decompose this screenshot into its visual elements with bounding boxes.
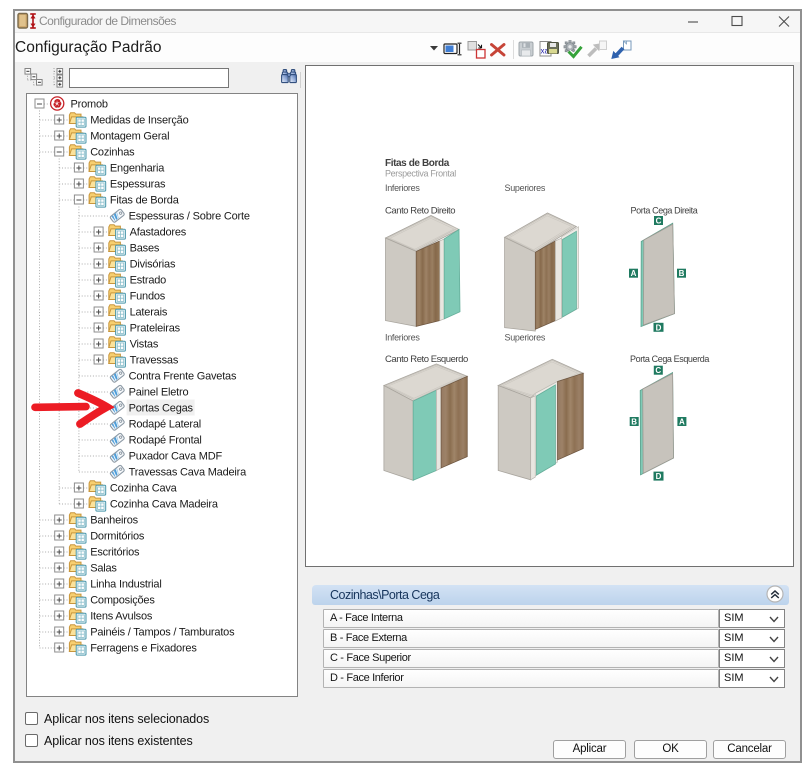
svg-text:Itens Avulsos: Itens Avulsos — [90, 611, 153, 623]
svg-text:Escritórios: Escritórios — [90, 547, 140, 559]
svg-text:Superiores: Superiores — [505, 333, 546, 343]
svg-text:Afastadores: Afastadores — [130, 227, 187, 239]
svg-text:Cozinhas: Cozinhas — [90, 147, 135, 159]
svg-text:Divisórias: Divisórias — [130, 259, 176, 271]
svg-text:Salas: Salas — [90, 563, 117, 575]
svg-text:B: B — [679, 269, 685, 278]
svg-text:A: A — [631, 269, 637, 278]
svg-text:Rodapé Lateral: Rodapé Lateral — [129, 419, 201, 431]
svg-text:C: C — [655, 366, 661, 375]
svg-text:Canto Reto Esquerdo: Canto Reto Esquerdo — [385, 354, 468, 365]
svg-text:Puxador Cava MDF: Puxador Cava MDF — [129, 451, 223, 463]
svg-text:Porta Cega Esquerda: Porta Cega Esquerda — [630, 354, 709, 364]
svg-text:Inferiores: Inferiores — [385, 333, 420, 343]
svg-text:Cozinha Cava: Cozinha Cava — [110, 483, 178, 495]
svg-text:Rodapé Frontal: Rodapé Frontal — [129, 435, 202, 447]
svg-text:Travessas Cava Madeira: Travessas Cava Madeira — [129, 467, 248, 479]
svg-text:Medidas de Inserção: Medidas de Inserção — [90, 115, 188, 127]
svg-text:Montagem Geral: Montagem Geral — [90, 131, 169, 143]
svg-text:Espessuras: Espessuras — [110, 179, 166, 191]
svg-text:Cozinha Cava Madeira: Cozinha Cava Madeira — [110, 499, 219, 511]
svg-text:Superiores: Superiores — [505, 183, 546, 193]
svg-text:Perspectiva Frontal: Perspectiva Frontal — [385, 169, 456, 179]
svg-text:Banheiros: Banheiros — [90, 515, 138, 527]
svg-text:Fitas de Borda: Fitas de Borda — [110, 195, 180, 207]
svg-text:D: D — [656, 323, 662, 332]
svg-text:Engenharia: Engenharia — [110, 163, 165, 175]
svg-text:Fitas de Borda: Fitas de Borda — [385, 158, 450, 169]
svg-text:Linha Industrial: Linha Industrial — [90, 579, 161, 591]
svg-text:Painel Eletro: Painel Eletro — [129, 387, 189, 399]
svg-text:Inferiores: Inferiores — [385, 183, 420, 193]
svg-text:Painéis / Tampos / Tamburatos: Painéis / Tampos / Tamburatos — [90, 627, 235, 639]
svg-text:Prateleiras: Prateleiras — [130, 323, 181, 335]
svg-text:Travessas: Travessas — [130, 355, 179, 367]
svg-text:Estrado: Estrado — [130, 275, 167, 287]
svg-text:C: C — [656, 217, 662, 226]
svg-text:Vistas: Vistas — [130, 339, 159, 351]
svg-text:Espessuras / Sobre Corte: Espessuras / Sobre Corte — [129, 211, 250, 223]
svg-text:D: D — [656, 472, 662, 481]
svg-text:Composições: Composições — [90, 595, 155, 607]
svg-text:A: A — [679, 418, 685, 427]
svg-text:Porta Cega Direita: Porta Cega Direita — [631, 206, 698, 216]
svg-text:Fundos: Fundos — [130, 291, 166, 303]
svg-text:B: B — [631, 418, 637, 427]
svg-text:Bases: Bases — [130, 243, 160, 255]
svg-text:Laterais: Laterais — [130, 307, 168, 319]
svg-text:Dormitórios: Dormitórios — [90, 531, 145, 543]
svg-text:Promob: Promob — [71, 99, 108, 111]
svg-text:Canto Reto Direito: Canto Reto Direito — [385, 206, 455, 217]
svg-text:Portas Cegas: Portas Cegas — [129, 403, 194, 415]
svg-text:Ferragens e Fixadores: Ferragens e Fixadores — [90, 643, 197, 655]
svg-text:Contra Frente Gavetas: Contra Frente Gavetas — [129, 371, 237, 383]
